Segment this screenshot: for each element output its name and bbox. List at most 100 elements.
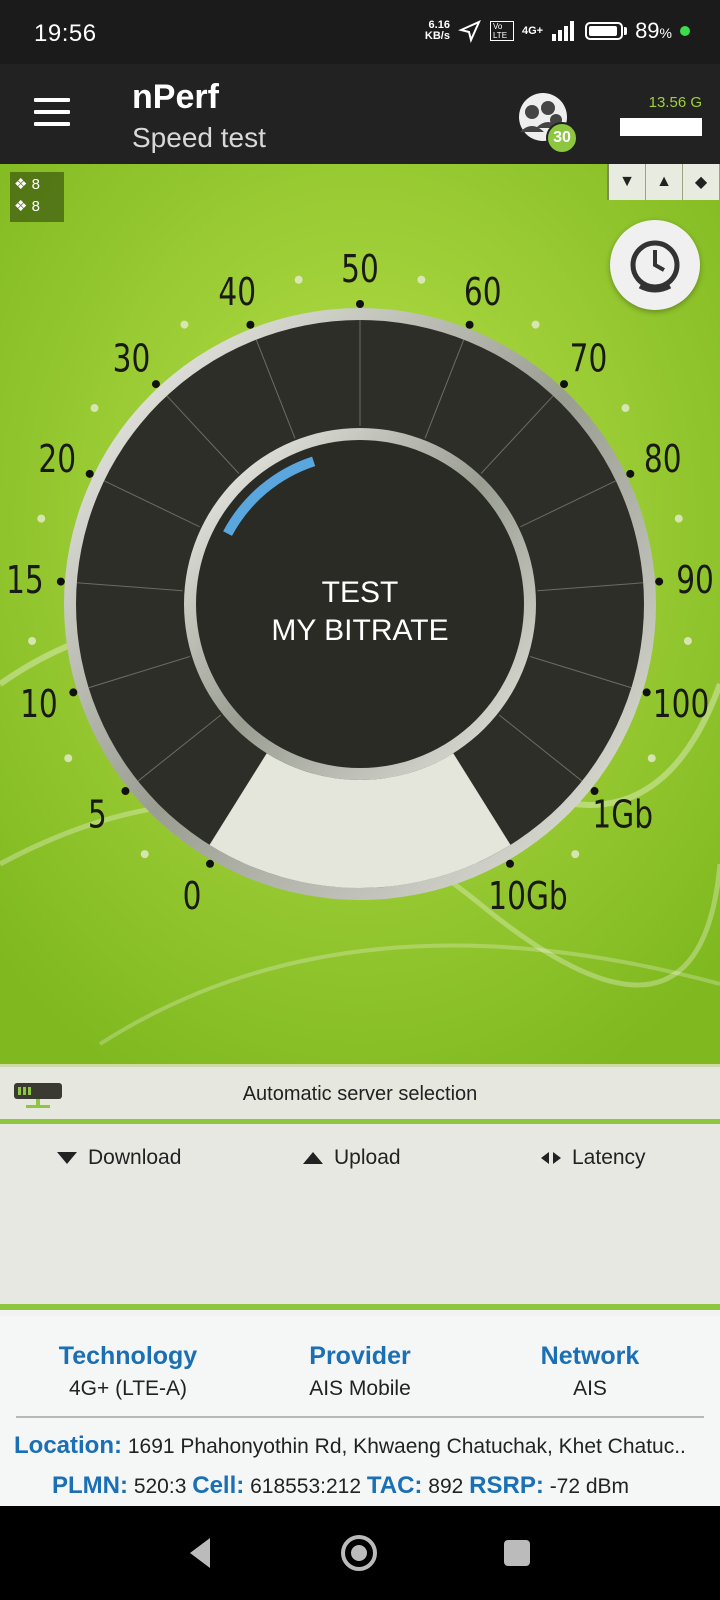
gauge-area: 0 5 10 15 20 30 40 50 60 70 80 90 100 1Gb 10Gb ❖ 8 ❖ 8…	[0, 164, 720, 1064]
menu-icon-line	[34, 122, 70, 126]
latency-mode-icon[interactable]: ◆	[683, 164, 720, 200]
back-icon[interactable]	[178, 1530, 224, 1576]
data-usage-bar	[620, 118, 702, 136]
technology-label: Technology	[58, 1342, 198, 1370]
status-bar: 19:56 6.16 KB/s Vo LTE 4G+ 89%	[0, 0, 720, 64]
connection-counters: ❖ 8 ❖ 8	[10, 172, 64, 222]
gauge-scale-label: 60	[464, 271, 502, 316]
data-used: 13.56 G	[648, 94, 702, 111]
recents-icon[interactable]	[494, 1530, 540, 1576]
gauge-minor-dot	[683, 636, 692, 645]
technology-info: Technology 4G+ (LTE-A)	[8, 1342, 248, 1401]
gauge-scale-label: 0	[183, 874, 202, 919]
gauge-tick	[626, 469, 635, 478]
gauge-minor-dot	[28, 636, 37, 645]
download-arrow-icon	[57, 1152, 77, 1164]
app-subtitle: Speed test	[132, 122, 266, 153]
rsrp-label: RSRP:	[469, 1472, 544, 1499]
test-label-line1: TEST	[321, 576, 399, 609]
cell-label: Cell:	[192, 1472, 245, 1499]
community-badge: 30	[546, 122, 578, 154]
gauge-scale-label: 50	[341, 247, 379, 292]
counter-row: ❖ 8	[14, 198, 40, 215]
location-label: Location:	[14, 1432, 122, 1459]
home-icon[interactable]	[336, 1530, 382, 1576]
gauge-tick	[642, 688, 651, 697]
gauge-minor-dot	[90, 404, 99, 413]
tac-label: TAC:	[366, 1472, 423, 1499]
server-label: Automatic server selection	[242, 1083, 478, 1105]
network-value: AIS	[573, 1377, 607, 1400]
gauge-minor-dot	[140, 850, 149, 859]
gauge-minor-dot	[531, 320, 540, 329]
gauge-tick	[206, 859, 214, 868]
gauge-tick	[69, 688, 78, 697]
cell-value: 618553:212	[250, 1475, 362, 1498]
provider-label: Provider	[309, 1342, 411, 1370]
gauge-tick	[85, 469, 94, 478]
counter-value: 8	[31, 198, 40, 215]
status-icons: 6.16 KB/s Vo LTE 4G+ 89%	[425, 18, 690, 44]
volte-icon: Vo LTE	[489, 21, 514, 41]
menu-button[interactable]	[34, 98, 70, 128]
provider-value: AIS Mobile	[309, 1377, 411, 1400]
signal-icon	[552, 21, 575, 41]
mode-bar: ▼ ▲ ◆	[607, 164, 720, 200]
test-bitrate-button[interactable]: TEST MY BITRATE	[210, 574, 510, 650]
counter-value: 8	[31, 176, 40, 193]
latency-label: Latency	[572, 1146, 646, 1169]
battery-icon	[585, 22, 624, 40]
gauge-tick	[506, 859, 514, 868]
gauge-minor-dot	[417, 275, 426, 284]
menu-icon	[34, 98, 70, 102]
net-speed: 6.16 KB/s	[425, 20, 450, 42]
gauge-minor-dot	[64, 754, 73, 763]
server-selection-bar[interactable]: Automatic server selection	[0, 1064, 720, 1124]
app-bar: nPerf Speed test 30 13.56 G	[0, 64, 720, 164]
info-divider	[16, 1416, 704, 1418]
test-label-line2: MY BITRATE	[271, 614, 449, 647]
gauge-scale-label: 10	[20, 682, 58, 727]
counter-row: ❖ 8	[14, 176, 40, 193]
battery-tip	[624, 27, 628, 35]
battery-level: 89%	[635, 18, 672, 44]
network-info-col: Network AIS	[470, 1342, 710, 1401]
latency-result: Latency	[540, 1146, 646, 1170]
history-button[interactable]	[610, 220, 700, 310]
download-mode-icon[interactable]: ▼	[609, 164, 646, 200]
gauge-scale-label: 5	[88, 793, 107, 838]
location-value: 1691 Phahonyothin Rd, Khwaeng Chatuchak,…	[127, 1435, 686, 1458]
system-nav-bar	[0, 1506, 720, 1600]
network-info: Technology 4G+ (LTE-A) Provider AIS Mobi…	[0, 1316, 720, 1506]
net-speed-unit: KB/s	[424, 30, 450, 42]
location-line: Location: 1691 Phahonyothin Rd, Khwaeng …	[14, 1432, 714, 1460]
privacy-indicator	[680, 26, 690, 36]
download-label: Download	[88, 1146, 182, 1169]
gauge-scale-label: 20	[38, 438, 76, 483]
battery-unit: %	[659, 25, 672, 41]
gauge-tick	[655, 577, 664, 586]
gauge-scale-label: 10Gb	[488, 874, 567, 919]
upload-label: Upload	[334, 1146, 401, 1169]
gauge-tick	[560, 380, 569, 389]
gauge-scale-label: 40	[218, 271, 256, 316]
gauge-tick	[246, 320, 255, 329]
gauge-scale-label: 1Gb	[592, 793, 653, 838]
battery-value: 89	[635, 18, 660, 43]
tac-value: 892	[428, 1475, 464, 1498]
gauge-minor-dot	[571, 850, 580, 859]
gauge-minor-dot	[647, 754, 656, 763]
plmn-label: PLMN:	[52, 1472, 128, 1499]
plmn-value: 520:3	[133, 1475, 187, 1498]
technology-value: 4G+ (LTE-A)	[68, 1377, 188, 1400]
provider-info: Provider AIS Mobile	[240, 1342, 480, 1401]
upload-mode-icon[interactable]: ▲	[646, 164, 683, 200]
gauge-tick	[121, 787, 130, 796]
cell-info-line: PLMN: 520:3 Cell: 618553:212 TAC: 892 RS…	[52, 1472, 629, 1500]
location-arrow-icon	[457, 20, 481, 43]
gauge-scale-label: 100	[653, 682, 710, 727]
gauge-tick	[56, 577, 65, 586]
app-title: nPerf	[132, 78, 219, 116]
status-time: 19:56	[34, 20, 97, 47]
results-panel: Download Upload Latency	[0, 1124, 720, 1310]
